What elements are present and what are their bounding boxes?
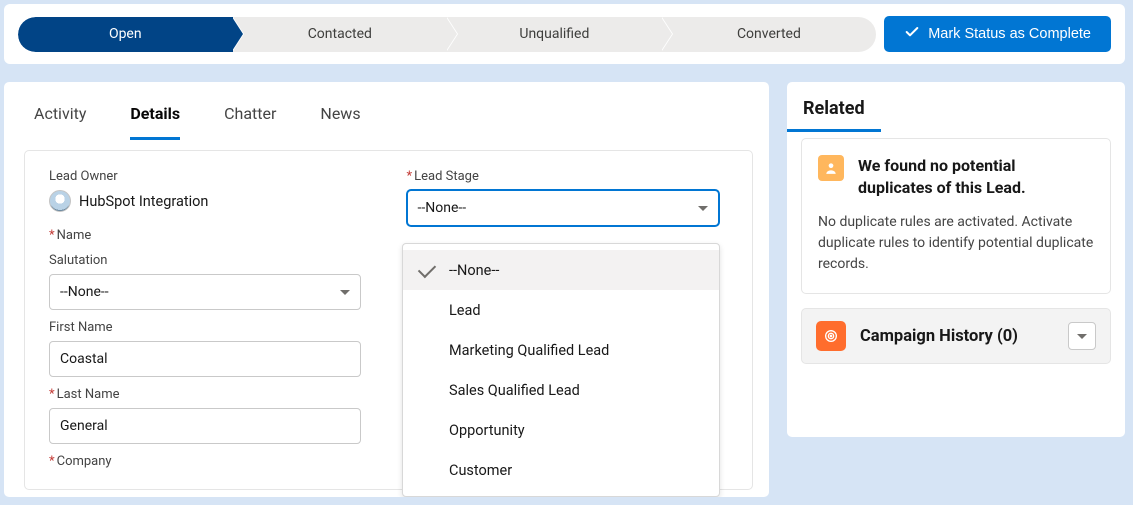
dropdown-option-none[interactable]: --None--	[403, 250, 719, 290]
mark-complete-label: Mark Status as Complete	[928, 26, 1091, 42]
chevron-down-icon	[698, 206, 708, 211]
main-card: Activity Details Chatter News Lead Owner…	[4, 82, 769, 497]
path-stage-label: Unqualified	[519, 26, 589, 42]
path-stage-open[interactable]: Open	[18, 17, 233, 52]
tab-label: Chatter	[224, 104, 276, 123]
last-name-input[interactable]: General	[49, 408, 361, 444]
option-label: --None--	[449, 262, 499, 279]
path-stage-unqualified[interactable]: Unqualified	[447, 17, 662, 52]
tab-news[interactable]: News	[320, 104, 360, 140]
field-salutation: Salutation --None--	[49, 253, 375, 310]
salutation-value: --None--	[60, 284, 109, 300]
duplicates-card: We found no potential duplicates of this…	[801, 138, 1111, 294]
lead-owner-label: Lead Owner	[49, 169, 375, 184]
first-name-value: Coastal	[60, 351, 108, 367]
dropdown-option-lead[interactable]: Lead	[403, 290, 719, 330]
details-left-column: Lead Owner HubSpot Integration Name Salu…	[49, 169, 375, 489]
path-stage-converted[interactable]: Converted	[662, 17, 877, 52]
lead-owner-row: HubSpot Integration	[49, 190, 375, 212]
option-label: Opportunity	[449, 422, 525, 439]
dropdown-option-mql[interactable]: Marketing Qualified Lead	[403, 330, 719, 370]
tab-label: Activity	[34, 104, 86, 123]
related-title: Related	[787, 92, 881, 132]
duplicates-text: No duplicate rules are activated. Activa…	[818, 212, 1094, 275]
tab-details[interactable]: Details	[130, 104, 180, 140]
dropdown-option-sql[interactable]: Sales Qualified Lead	[403, 370, 719, 410]
last-name-label: Last Name	[49, 387, 375, 402]
status-path: Open Contacted Unqualified Converted	[18, 17, 876, 52]
path-stage-label: Converted	[737, 26, 801, 42]
related-title-wrap: Related	[787, 92, 1125, 132]
field-name-heading: Name	[49, 228, 375, 243]
option-label: Sales Qualified Lead	[449, 382, 580, 399]
related-sidebar: Related We found no potential duplicates…	[787, 82, 1125, 437]
tab-label: Details	[130, 104, 180, 123]
chevron-down-icon	[1077, 334, 1087, 339]
path-stage-label: Contacted	[308, 26, 372, 42]
first-name-input[interactable]: Coastal	[49, 341, 361, 377]
chevron-down-icon	[340, 290, 350, 295]
field-company: Company	[49, 454, 375, 469]
last-name-value: General	[60, 418, 108, 434]
tab-chatter[interactable]: Chatter	[224, 104, 276, 140]
salutation-label: Salutation	[49, 253, 375, 268]
company-label: Company	[49, 454, 375, 469]
lead-stage-dropdown: --None-- Lead Marketing Qualified Lead S…	[402, 243, 720, 497]
salutation-select[interactable]: --None--	[49, 274, 361, 310]
status-path-card: Open Contacted Unqualified Converted Mar…	[4, 4, 1125, 64]
campaign-icon	[816, 321, 846, 351]
name-label: Name	[49, 228, 375, 243]
path-stage-label: Open	[109, 26, 142, 42]
option-label: Marketing Qualified Lead	[449, 342, 609, 359]
option-label: Customer	[449, 462, 512, 479]
first-name-label: First Name	[49, 320, 375, 335]
duplicates-header: We found no potential duplicates of this…	[818, 155, 1094, 198]
lead-stage-value: --None--	[418, 200, 467, 216]
path-stage-contacted[interactable]: Contacted	[233, 17, 448, 52]
lead-stage-label: Lead Stage	[407, 169, 733, 184]
field-lead-owner: Lead Owner HubSpot Integration	[49, 169, 375, 212]
check-icon	[904, 24, 920, 44]
content-row: Activity Details Chatter News Lead Owner…	[0, 68, 1133, 497]
field-last-name: Last Name General	[49, 387, 375, 444]
record-tabs: Activity Details Chatter News	[4, 82, 769, 140]
campaign-menu-button[interactable]	[1068, 322, 1096, 350]
field-lead-stage: Lead Stage --None--	[407, 169, 733, 226]
person-icon	[818, 155, 844, 181]
option-label: Lead	[449, 302, 481, 319]
tab-activity[interactable]: Activity	[34, 104, 86, 140]
lead-owner-value: HubSpot Integration	[79, 193, 208, 210]
mark-complete-button[interactable]: Mark Status as Complete	[884, 16, 1111, 52]
campaign-title: Campaign History (0)	[860, 327, 1054, 346]
lead-stage-select[interactable]: --None--	[407, 190, 719, 226]
campaign-history-card[interactable]: Campaign History (0)	[801, 308, 1111, 364]
dropdown-option-customer[interactable]: Customer	[403, 450, 719, 490]
avatar	[49, 190, 71, 212]
field-first-name: First Name Coastal	[49, 320, 375, 377]
dropdown-option-opportunity[interactable]: Opportunity	[403, 410, 719, 450]
duplicates-title: We found no potential duplicates of this…	[858, 155, 1094, 198]
tab-label: News	[320, 104, 360, 123]
